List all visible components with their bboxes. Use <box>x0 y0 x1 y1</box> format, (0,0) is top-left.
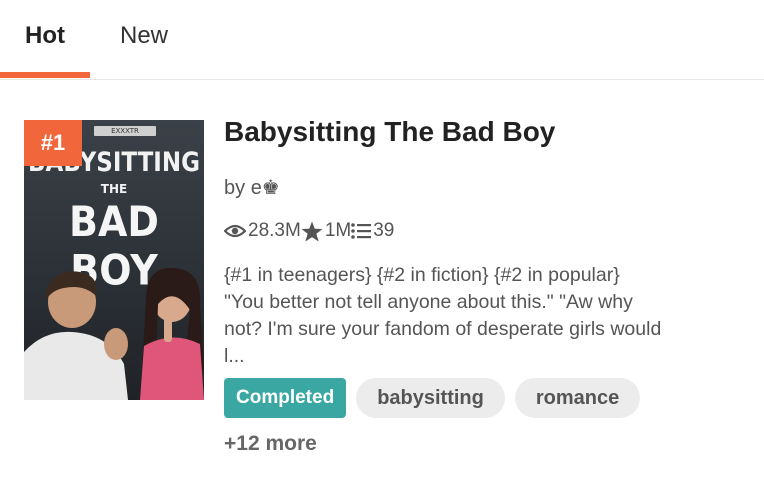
author-name[interactable]: e♚ <box>251 177 280 199</box>
tab-bar: Hot New <box>0 0 764 80</box>
active-tab-indicator <box>0 72 90 78</box>
status-badge: Completed <box>224 378 347 418</box>
by-prefix: by <box>224 177 246 199</box>
star-icon <box>301 220 323 242</box>
cover-title-line2: THE <box>100 182 128 196</box>
tab-hot[interactable]: Hot <box>25 21 65 51</box>
parts-count: 39 <box>373 220 395 241</box>
list-icon <box>351 222 372 240</box>
rank-badge: #1 <box>24 120 82 166</box>
story-stats: 28.3M 1M 39 <box>224 220 394 242</box>
story-title[interactable]: Babysitting The Bad Boy <box>224 116 555 148</box>
tag-romance[interactable]: romance <box>514 378 641 418</box>
reads-count: 28.3M <box>248 220 301 241</box>
eye-icon <box>224 223 246 239</box>
author-line: by e♚ <box>224 175 280 200</box>
cover-author-band: EXXXTR <box>94 126 156 136</box>
tag-babysitting[interactable]: babysitting <box>356 378 505 418</box>
tag-list: Completed babysitting romance <box>224 378 641 418</box>
cover-illustration <box>24 267 204 400</box>
story-description: {#1 in teenagers} {#2 in fiction} {#2 in… <box>224 264 662 367</box>
more-tags-link[interactable]: +12 more <box>224 432 317 456</box>
tab-new[interactable]: New <box>120 21 168 51</box>
votes-count: 1M <box>324 220 352 241</box>
